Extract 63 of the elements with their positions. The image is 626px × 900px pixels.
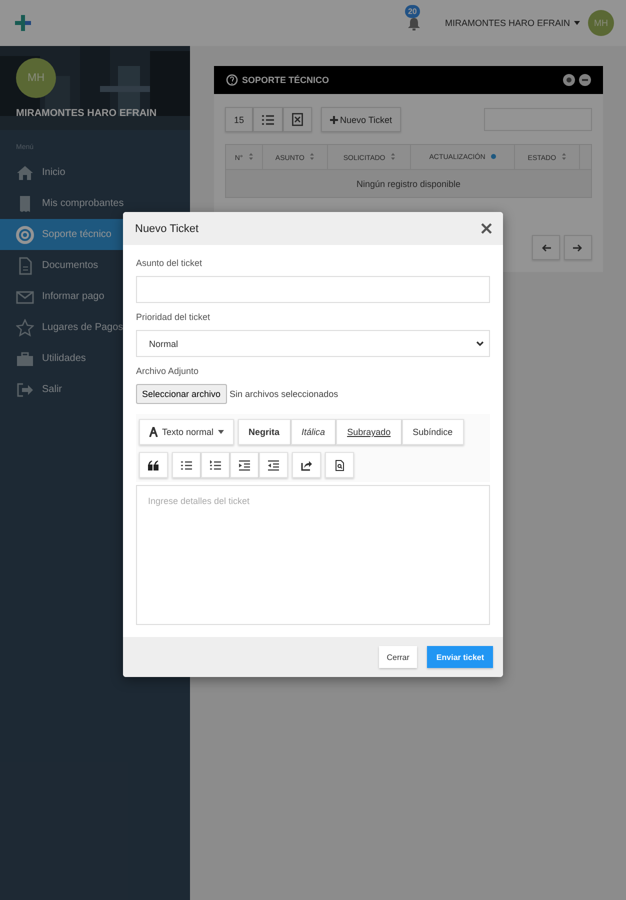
- chevron-icon: [476, 340, 484, 346]
- logo-icon[interactable]: [14, 14, 32, 32]
- numbered-list-icon: [210, 460, 221, 470]
- share-icon: [301, 460, 312, 470]
- bullet-list-button[interactable]: [172, 452, 201, 478]
- outdent-button[interactable]: [259, 452, 288, 478]
- nav-item[interactable]: Informar pago: [0, 281, 190, 312]
- text-style-dropdown[interactable]: Texto normal: [139, 419, 234, 445]
- plus-icon: [330, 116, 338, 124]
- left-arrow-icon: [541, 244, 551, 252]
- user-menu[interactable]: MIRAMONTES HARO EFRAIN: [444, 18, 580, 28]
- field-label: Prioridad del ticket: [136, 312, 212, 322]
- submit-button[interactable]: Enviar ticket: [427, 646, 493, 668]
- ticket-details-field[interactable]: Ingrese detalles del ticket: [136, 485, 490, 625]
- close-icon[interactable]: [481, 223, 492, 234]
- document-icon: [334, 460, 345, 470]
- format-button[interactable]: Itálica: [290, 419, 336, 445]
- subject-field[interactable]: [136, 276, 490, 303]
- menu-icon: [16, 226, 34, 244]
- format-button[interactable]: Subrayado: [336, 419, 402, 445]
- spreadsheet-icon: [292, 113, 304, 126]
- page-size-button[interactable]: 15: [225, 107, 254, 132]
- export-button[interactable]: [283, 107, 312, 132]
- close-button[interactable]: Cerrar: [378, 646, 418, 668]
- right-arrow-icon: [573, 244, 583, 252]
- bullet-list-icon: [181, 460, 192, 470]
- choose-file-button[interactable]: Seleccionar archivo: [136, 384, 227, 404]
- indent-button[interactable]: [230, 452, 259, 478]
- profile-name: MIRAMONTES HARO EFRAIN: [16, 108, 158, 119]
- text-style-icon: [149, 427, 158, 437]
- quote-button[interactable]: [139, 452, 168, 478]
- list-icon: [262, 114, 274, 124]
- notification-badge: 20: [404, 5, 420, 18]
- menu-icon: [16, 318, 34, 336]
- numbered-list-button[interactable]: [201, 452, 230, 478]
- new-ticket-button[interactable]: Nuevo Ticket: [321, 107, 402, 132]
- quote-icon: [148, 460, 159, 470]
- caret-icon: [574, 21, 580, 25]
- minimize-icon[interactable]: [579, 74, 591, 86]
- help-icon: [226, 74, 238, 86]
- preview-button[interactable]: [325, 452, 354, 478]
- menu-icon: [16, 164, 34, 182]
- format-button[interactable]: Negrita: [238, 419, 291, 445]
- format-button[interactable]: Subíndice: [402, 419, 464, 445]
- previous-button[interactable]: [532, 235, 560, 260]
- field-label: Asunto del ticket: [136, 258, 204, 268]
- field-label: Archivo Adjunto: [136, 366, 200, 376]
- bell-icon[interactable]: [406, 17, 421, 31]
- columns-button[interactable]: [253, 107, 284, 132]
- nav-item[interactable]: Inicio: [0, 157, 190, 188]
- file-status: Sin archivos seleccionados: [230, 389, 338, 399]
- menu-icon: [16, 350, 34, 368]
- outdent-icon: [268, 460, 279, 470]
- panel-title: SOPORTE TÉCNICO: [242, 75, 330, 85]
- priority-dropdown[interactable]: Normal: [136, 330, 490, 357]
- next-button[interactable]: [564, 235, 592, 260]
- menu-icon: [16, 380, 34, 398]
- share-button[interactable]: [292, 452, 321, 478]
- caret-icon: [218, 430, 224, 434]
- nav-item[interactable]: Mis comprobantes: [0, 188, 190, 219]
- indent-icon: [239, 460, 250, 470]
- empty-message: Ningún registro disponible: [226, 170, 592, 198]
- settings-icon[interactable]: [563, 74, 575, 86]
